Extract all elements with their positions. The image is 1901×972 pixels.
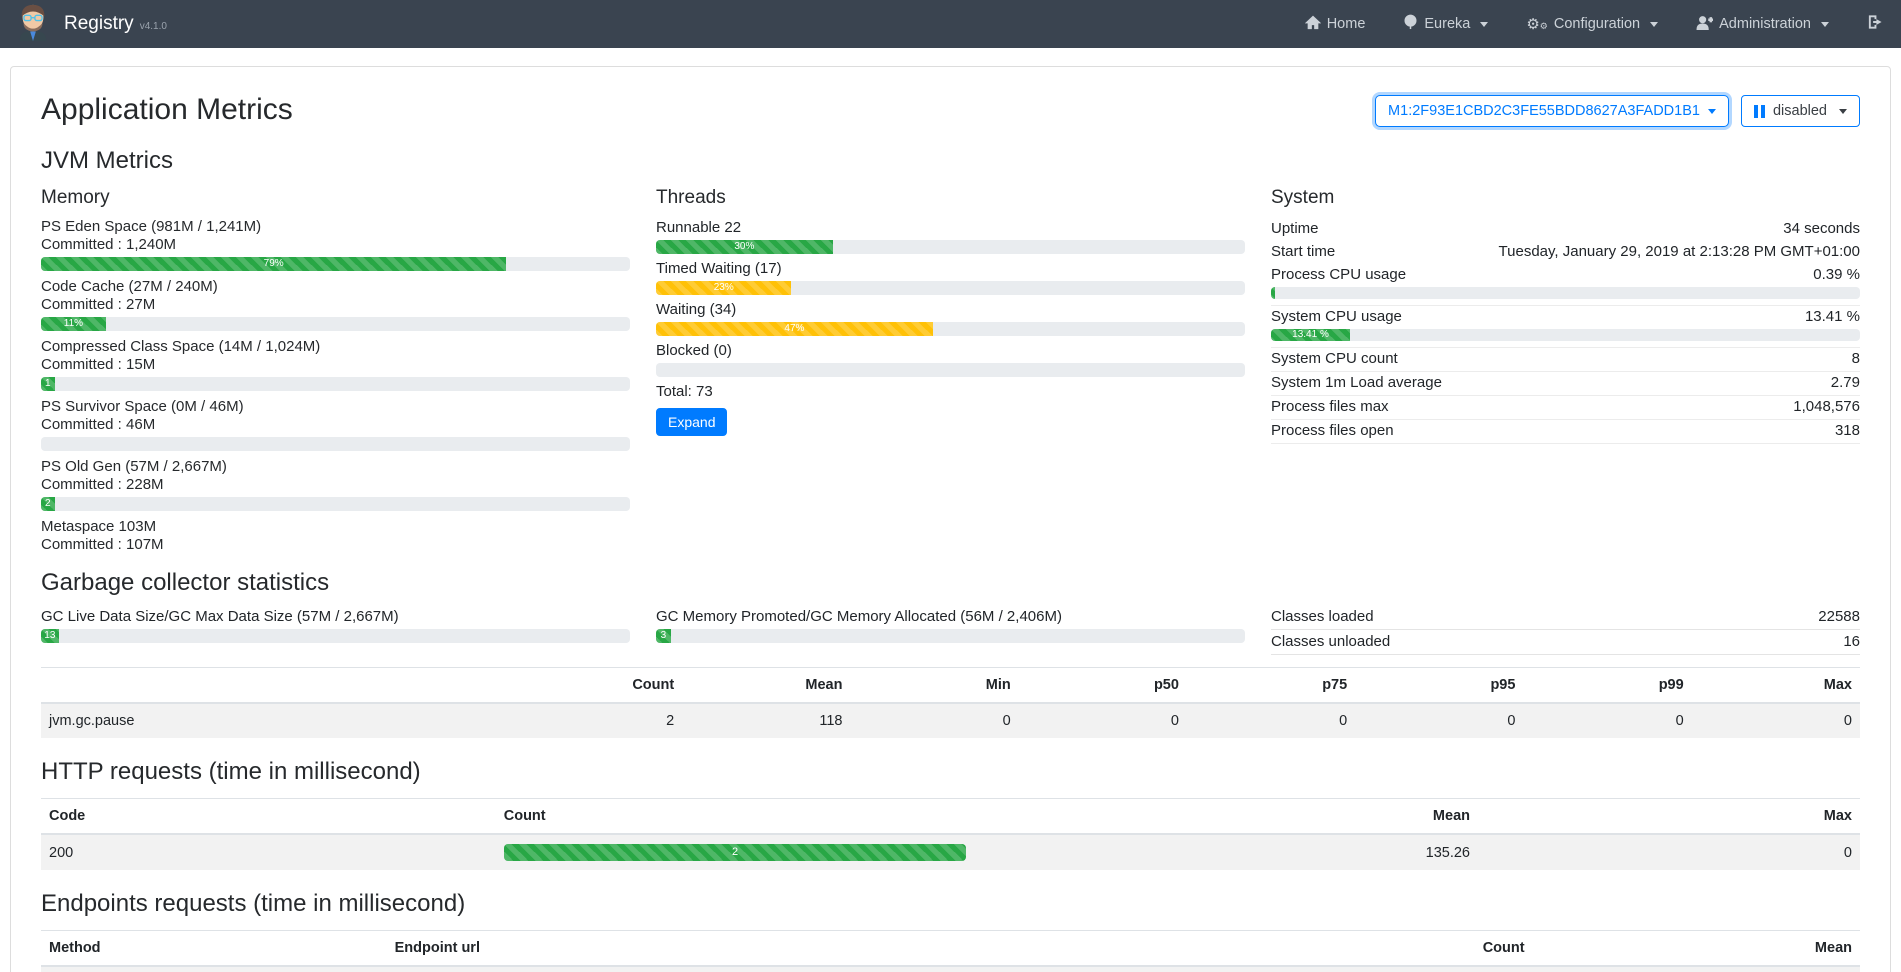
gears-icon: ⚙⚙ xyxy=(1526,17,1548,32)
gc-table: CountMeanMinp50p75p95p99Max jvm.gc.pause… xyxy=(41,667,1860,738)
memory-item: Code Cache (27M / 240M) Committed : 27M … xyxy=(41,278,630,331)
threads-panel: Threads Runnable 22 30% Timed Waiting (1… xyxy=(656,175,1245,561)
system-row: Process CPU usage0.39 % xyxy=(1271,264,1860,306)
gc-progress: 13 xyxy=(41,629,630,643)
memory-progress: 1 xyxy=(41,377,630,391)
memory-item: PS Eden Space (981M / 1,241M) Committed … xyxy=(41,218,630,271)
app-version: v4.1.0 xyxy=(140,21,167,32)
endpoints-table-header: MethodEndpoint urlCountMean xyxy=(41,931,1860,967)
system-row: Process files open318 xyxy=(1271,420,1860,444)
thread-item: Runnable 22 30% xyxy=(656,218,1245,254)
memory-panel: Memory PS Eden Space (981M / 1,241M) Com… xyxy=(41,175,630,561)
classes-loaded-row: Classes loaded22588 xyxy=(1271,605,1860,630)
chevron-down-icon xyxy=(1708,109,1716,114)
http-requests-table: CodeCountMeanMax 200 2 135.26 0 xyxy=(41,798,1860,870)
system-row: System CPU count8 xyxy=(1271,348,1860,372)
threads-progress: 30% xyxy=(656,240,1245,254)
home-icon xyxy=(1305,15,1321,34)
threads-progress: 47% xyxy=(656,322,1245,336)
chevron-down-icon xyxy=(1480,22,1488,27)
chevron-down-icon xyxy=(1821,22,1829,27)
process-cpu-progress xyxy=(1271,287,1860,299)
gc-classes: Classes loaded22588 Classes unloaded16 xyxy=(1271,605,1860,655)
http-table-header: CodeCountMeanMax xyxy=(41,799,1860,835)
sign-out-button[interactable] xyxy=(1867,14,1883,34)
http-table-row: 200 2 135.26 0 xyxy=(41,834,1860,870)
page-title: Application Metrics xyxy=(41,93,293,127)
classes-unloaded-row: Classes unloaded16 xyxy=(1271,630,1860,655)
memory-progress: 2 xyxy=(41,497,630,511)
system-row: Uptime34 seconds xyxy=(1271,218,1860,241)
system-row: System CPU usage13.41 % 13.41 % xyxy=(1271,306,1860,348)
endpoints-table: MethodEndpoint urlCountMean GET/manageme… xyxy=(41,930,1860,972)
chevron-down-icon xyxy=(1839,109,1847,114)
threads-heading: Threads xyxy=(656,187,1245,209)
endpoints-requests-heading: Endpoints requests (time in millisecond) xyxy=(41,890,1860,918)
endpoints-table-row: GET/management/threaddump1173.142 xyxy=(41,966,1860,972)
threads-progress: 23% xyxy=(656,281,1245,295)
chevron-down-icon xyxy=(1650,22,1658,27)
memory-progress xyxy=(41,437,630,451)
system-row: Start timeTuesday, January 29, 2019 at 2… xyxy=(1271,241,1860,264)
memory-item: Compressed Class Space (14M / 1,024M) Co… xyxy=(41,338,630,391)
user-plus-icon xyxy=(1696,15,1713,34)
memory-item: Metaspace 103M Committed : 107M xyxy=(41,518,630,554)
metrics-card: Application Metrics M1:2F93E1CBD2C3FE55B… xyxy=(10,66,1891,972)
app-title: Registry xyxy=(64,13,134,35)
system-row: Process files max1,048,576 xyxy=(1271,396,1860,420)
thread-item: Blocked (0) xyxy=(656,341,1245,377)
gc-table-header: CountMeanMinp50p75p95p99Max xyxy=(41,668,1860,704)
jhipster-logo-icon xyxy=(14,3,52,45)
thread-item: Timed Waiting (17) 23% xyxy=(656,259,1245,295)
system-row: System 1m Load average2.79 xyxy=(1271,372,1860,396)
sign-out-icon xyxy=(1867,14,1883,34)
threads-total: Total: 73 xyxy=(656,383,1245,400)
system-panel: System Uptime34 seconds Start timeTuesda… xyxy=(1271,175,1860,561)
gc-heading: Garbage collector statistics xyxy=(41,569,1860,597)
gc-progress: 3 xyxy=(656,629,1245,643)
gc-live-data: GC Live Data Size/GC Max Data Size (57M … xyxy=(41,603,630,655)
threads-progress xyxy=(656,363,1245,377)
refresh-toggle-dropdown[interactable]: disabled xyxy=(1741,95,1860,127)
broadcast-icon xyxy=(1403,14,1418,34)
brand[interactable]: Registry v4.1.0 xyxy=(14,3,167,45)
memory-heading: Memory xyxy=(41,187,630,209)
gc-table-row: jvm.gc.pause2118000000 xyxy=(41,703,1860,738)
memory-progress: 11% xyxy=(41,317,630,331)
system-heading: System xyxy=(1271,187,1860,209)
system-cpu-progress: 13.41 % xyxy=(1271,329,1860,341)
nav-configuration[interactable]: ⚙⚙ Configuration xyxy=(1526,16,1658,32)
jvm-metrics-heading: JVM Metrics xyxy=(41,147,1860,175)
expand-button[interactable]: Expand xyxy=(656,408,727,436)
nav-administration[interactable]: Administration xyxy=(1696,15,1829,34)
nav-menu: Home Eureka ⚙⚙ Configuration Administrat… xyxy=(1305,14,1829,34)
pause-icon xyxy=(1754,105,1765,118)
instance-selector-dropdown[interactable]: M1:2F93E1CBD2C3FE55BDD8627A3FADD1B1 xyxy=(1375,95,1729,127)
nav-home[interactable]: Home xyxy=(1305,15,1366,34)
http-count-progress: 2 xyxy=(504,844,967,861)
navbar: Registry v4.1.0 Home Eureka ⚙⚙ Configura… xyxy=(0,0,1901,48)
gc-memory-promoted: GC Memory Promoted/GC Memory Allocated (… xyxy=(656,603,1245,655)
thread-item: Waiting (34) 47% xyxy=(656,300,1245,336)
http-requests-heading: HTTP requests (time in millisecond) xyxy=(41,758,1860,786)
nav-eureka[interactable]: Eureka xyxy=(1403,14,1488,34)
memory-progress: 79% xyxy=(41,257,630,271)
memory-item: PS Old Gen (57M / 2,667M) Committed : 22… xyxy=(41,458,630,511)
memory-item: PS Survivor Space (0M / 46M) Committed :… xyxy=(41,398,630,451)
